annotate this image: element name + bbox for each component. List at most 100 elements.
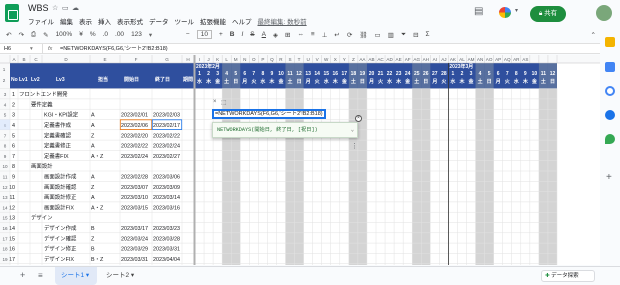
print-icon[interactable]: ⎙: [31, 31, 36, 39]
column-letter-H: H: [186, 57, 189, 62]
explore-button[interactable]: ✚ データ探索: [541, 270, 595, 282]
formula-input[interactable]: =NETWORKDAYS(F6,G6,'シート2'!B2:B18): [60, 44, 168, 54]
weekday-label: 金: [404, 78, 411, 85]
cell-owner: A: [91, 175, 95, 181]
wrap-icon[interactable]: ↵: [334, 31, 339, 39]
share-button[interactable]: 🔒︎ 共有: [530, 6, 566, 22]
menu-edit[interactable]: 編集: [60, 16, 73, 26]
sheets-logo[interactable]: [5, 4, 19, 22]
meet-icon[interactable]: [499, 7, 511, 18]
cell-start-date: 2023/03/17: [121, 226, 148, 232]
doc-title[interactable]: WBS: [28, 3, 49, 13]
weekend-column[interactable]: [412, 88, 422, 265]
maps-icon[interactable]: [605, 134, 615, 144]
currency-icon[interactable]: ¥: [79, 31, 83, 38]
add-sheet-icon[interactable]: +: [20, 270, 25, 280]
menu-extensions[interactable]: 拡張機能: [200, 16, 226, 26]
move-folder-icon[interactable]: ▭: [62, 4, 69, 12]
last-edit-link[interactable]: 最終編集: 数秒前: [258, 16, 307, 26]
menu-tools[interactable]: ツール: [175, 16, 195, 26]
tasks-icon[interactable]: [605, 86, 615, 96]
weekend-column[interactable]: [547, 88, 557, 265]
font-size-increase-icon[interactable]: +: [219, 31, 223, 38]
editor-close-button[interactable]: ×: [213, 99, 217, 105]
day-number: 13: [305, 71, 311, 77]
bold-button[interactable]: B: [230, 31, 235, 38]
cell-editor[interactable]: =NETWORKDAYS(F6,G6,'シート2'!B2:B18): [212, 109, 326, 119]
keep-icon[interactable]: [605, 37, 615, 47]
day-number: 2: [461, 71, 464, 77]
weekend-column[interactable]: [475, 88, 485, 265]
filter-icon[interactable]: ⏷: [401, 31, 406, 39]
font-select[interactable]: ▾: [149, 31, 179, 39]
menu-insert[interactable]: 挿入: [98, 16, 111, 26]
star-icon[interactable]: ☆: [52, 4, 58, 12]
column-letter-AK: AK: [450, 57, 457, 62]
more-options-icon[interactable]: ⋮: [351, 142, 358, 150]
close-help-icon[interactable]: ×: [355, 115, 362, 122]
freeze-divider[interactable]: [193, 55, 196, 265]
gantt-header-band[interactable]: [195, 63, 557, 89]
explore-label: データ探索: [551, 273, 579, 279]
name-box[interactable]: H6: [4, 44, 11, 54]
chart-icon[interactable]: ▥: [388, 31, 394, 39]
editor-expand-icon[interactable]: ⬚: [221, 99, 227, 106]
sheet-tab-1[interactable]: シート1 ▾: [55, 267, 97, 285]
menu-help[interactable]: ヘルプ: [232, 16, 252, 26]
cell-grid[interactable]: A B C D E F G H I J K L M N O P Q R S T U V W X Y Z AA AB AC AD AE AF AG…: [0, 55, 600, 265]
italic-button[interactable]: I: [241, 31, 243, 38]
menu-file[interactable]: ファイル: [28, 16, 54, 26]
column-letter-X: X: [334, 57, 337, 62]
strikethrough-button[interactable]: S: [250, 31, 254, 38]
cloud-status-icon[interactable]: ☁: [72, 4, 79, 12]
weekend-column[interactable]: [484, 88, 494, 265]
undo-icon[interactable]: ↶: [6, 31, 11, 39]
contacts-icon[interactable]: [605, 110, 615, 120]
selected-row-header[interactable]: [0, 119, 10, 130]
number-format-icon[interactable]: 123: [131, 31, 142, 38]
cell-end-date: 2023/02/22: [153, 133, 180, 139]
sheet-tab-2[interactable]: シート2 ▾: [102, 267, 142, 285]
meet-dropdown-icon[interactable]: ▾: [515, 7, 518, 14]
cell-lv3: デザインFIX: [44, 255, 74, 263]
zoom-select[interactable]: 100%: [56, 31, 73, 38]
font-size-input[interactable]: 10: [196, 30, 212, 39]
avatar[interactable]: [596, 5, 612, 21]
spreadsheet-grid[interactable]: A B C D E F G H I J K L M N O P Q R S T U V W X Y Z AA AB AC AD AE AF AG…: [0, 55, 600, 265]
paint-format-icon[interactable]: ✎: [43, 31, 48, 39]
text-color-button[interactable]: A: [262, 31, 266, 38]
table-header-band[interactable]: [10, 63, 194, 89]
comment-add-icon[interactable]: ▭: [375, 31, 381, 39]
functions-icon[interactable]: Σ: [426, 31, 430, 38]
column-letter-AJ: AJ: [441, 57, 446, 62]
add-addon-icon[interactable]: +: [606, 172, 612, 183]
font-size-decrease-icon[interactable]: −: [186, 31, 190, 38]
menu-data[interactable]: データ: [149, 16, 169, 26]
decimal-decrease-icon[interactable]: .0: [103, 31, 108, 38]
menu-format[interactable]: 表示形式: [117, 16, 143, 26]
redo-icon[interactable]: ↷: [18, 31, 23, 39]
percent-icon[interactable]: %: [90, 31, 96, 38]
expand-help-icon[interactable]: ⌄: [351, 123, 354, 137]
row-number: 18: [2, 247, 8, 252]
fill-color-icon[interactable]: ◈: [273, 31, 278, 39]
filter-views-icon[interactable]: ⊟: [413, 31, 418, 39]
link-icon[interactable]: ⛓: [359, 31, 367, 39]
borders-icon[interactable]: ⊞: [285, 31, 290, 39]
name-box-dropdown-icon[interactable]: ▾: [30, 44, 33, 54]
comment-icon[interactable]: ▤: [474, 6, 483, 17]
row-number: 16: [2, 226, 8, 231]
weekend-column[interactable]: [421, 88, 431, 265]
menu-view[interactable]: 表示: [79, 16, 92, 26]
valign-icon[interactable]: ⊥: [322, 31, 328, 39]
calendar-icon[interactable]: [605, 62, 615, 72]
weekend-column[interactable]: [538, 88, 548, 265]
rotate-icon[interactable]: ⟳: [347, 31, 352, 39]
cell-owner: B: [91, 226, 95, 232]
decimal-increase-icon[interactable]: .00: [115, 31, 124, 38]
align-icon[interactable]: ≡: [311, 31, 315, 38]
collapse-toolbar-icon[interactable]: ⌃: [591, 31, 596, 39]
column-letter-AP: AP: [495, 57, 501, 62]
all-sheets-icon[interactable]: ≡: [38, 271, 43, 280]
merge-icon[interactable]: ⇔: [297, 31, 304, 38]
